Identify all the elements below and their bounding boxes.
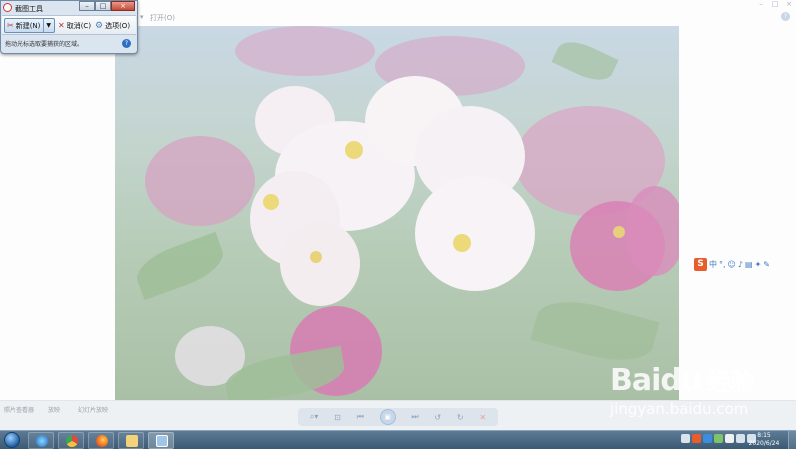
tools-icon[interactable]: ✎ (763, 260, 770, 269)
help-icon[interactable]: ? (781, 12, 790, 21)
keyboard-icon[interactable]: ▤ (745, 260, 753, 269)
firefox-browser-icon (96, 435, 108, 447)
taskbar-photo-viewer[interactable] (148, 432, 174, 449)
snip-help-icon[interactable]: ? (122, 39, 131, 48)
close-icon[interactable]: × (782, 0, 796, 8)
new-snip-button[interactable]: ✂ 新建(N) ▼ (4, 18, 55, 33)
chrome-browser-icon (66, 435, 78, 447)
ime-toolbar: S 中 °, ☺ ♪ ▤ ✦ ✎ (694, 256, 796, 272)
taskbar-ie[interactable] (28, 432, 54, 449)
open-menu[interactable]: 打开(O) (150, 13, 175, 23)
bottom-label-slideshow[interactable]: 幻灯片放映 (78, 405, 108, 414)
scissors-small-icon: ✂ (7, 21, 14, 30)
baidu-watermark: Baidu 经验 jingyan.baidu.com (610, 363, 754, 419)
tray-ime-icon[interactable] (681, 434, 690, 443)
voice-icon[interactable]: ♪ (738, 260, 743, 269)
snip-minimize-icon[interactable]: – (79, 1, 95, 11)
minimize-icon[interactable]: – (754, 0, 768, 8)
punctuation-icon[interactable]: °, (719, 260, 726, 269)
snip-title: 截图工具 (15, 5, 43, 13)
next-icon[interactable]: ⏭ (411, 412, 418, 422)
cancel-x-icon: ✕ (58, 21, 65, 30)
watermark-url: jingyan.baidu.com (610, 400, 749, 418)
snip-close-icon[interactable]: × (111, 1, 135, 11)
show-desktop-button[interactable] (788, 431, 796, 449)
snip-instruction: 拖动光标选取要捕获的区域。 (5, 41, 84, 48)
tray-sogou-icon[interactable] (692, 434, 701, 443)
bottom-label-show[interactable]: 放映 (48, 405, 60, 414)
taskbar-firefox[interactable] (88, 432, 114, 449)
windows-start-orb-icon (4, 432, 20, 448)
snip-toolbar: ✂ 新建(N) ▼ ✕ 取消(C) ⚙ 选项(O) (2, 15, 136, 35)
snip-window-controls: – □ × (79, 1, 135, 11)
skin-icon[interactable]: ✦ (755, 260, 762, 269)
maximize-icon[interactable]: □ (768, 0, 782, 8)
clock-date: 2020/6/24 (748, 440, 780, 447)
taskbar-explorer[interactable] (118, 432, 144, 449)
tray-qq-icon[interactable] (703, 434, 712, 443)
bottom-label-viewer[interactable]: 照片查看器 (4, 405, 34, 414)
taskbar-clock[interactable]: 8:15 2020/6/24 (744, 432, 784, 448)
clock-time: 8:15 (757, 432, 771, 439)
dropdown-arrow-icon[interactable]: ▼ (46, 22, 51, 29)
slideshow-play-icon[interactable]: ▣ (379, 409, 396, 425)
tray-security-icon[interactable] (714, 434, 723, 443)
delete-icon[interactable]: ✕ (479, 413, 486, 422)
rotate-right-icon[interactable]: ↻ (457, 413, 464, 422)
new-snip-label: 新建(N) (15, 21, 41, 30)
fit-window-icon[interactable]: ⊡ (334, 413, 341, 422)
snipping-tool-window: 截图工具 – □ × ✂ 新建(N) ▼ ✕ 取消(C) ⚙ 选项(O) 拖动光… (0, 0, 138, 54)
ie-browser-icon (36, 435, 48, 447)
cancel-label: 取消(C) (66, 21, 92, 30)
ime-mode-label[interactable]: 中 (709, 259, 717, 270)
tray-flag-icon[interactable] (725, 434, 734, 443)
snip-maximize-icon[interactable]: □ (95, 1, 111, 11)
options-label: 选项(O) (105, 21, 131, 30)
taskbar-chrome[interactable] (58, 432, 84, 449)
rotate-left-icon[interactable]: ↺ (434, 413, 441, 422)
emoji-icon[interactable]: ☺ (728, 260, 736, 269)
options-gear-icon: ⚙ (95, 20, 104, 31)
cancel-button[interactable]: ✕ 取消(C) (58, 18, 91, 33)
watermark-logo: Baidu 经验 (610, 363, 754, 398)
file-menu-arrow-icon[interactable]: ▾ (140, 13, 144, 21)
split-separator (43, 19, 45, 32)
taskbar: 8:15 2020/6/24 (0, 430, 796, 449)
zoom-icon[interactable]: ⌕▾ (310, 412, 319, 422)
viewer-window-controls: – □ × (754, 0, 796, 8)
start-button[interactable] (1, 431, 23, 449)
previous-icon[interactable]: ⏮ (357, 412, 364, 422)
snip-titlebar: 截图工具 – □ × (1, 1, 137, 14)
photo-viewer-icon (156, 435, 168, 447)
rose-photo (115, 26, 679, 400)
options-button[interactable]: ⚙ 选项(O) (95, 18, 130, 33)
sogou-logo-icon[interactable]: S (694, 257, 707, 271)
explorer-folder-icon (126, 435, 138, 447)
viewer-controls: ⌕▾ ⊡ ⏮ ▣ ⏭ ↺ ↻ ✕ (298, 408, 498, 426)
scissors-icon (3, 3, 12, 12)
